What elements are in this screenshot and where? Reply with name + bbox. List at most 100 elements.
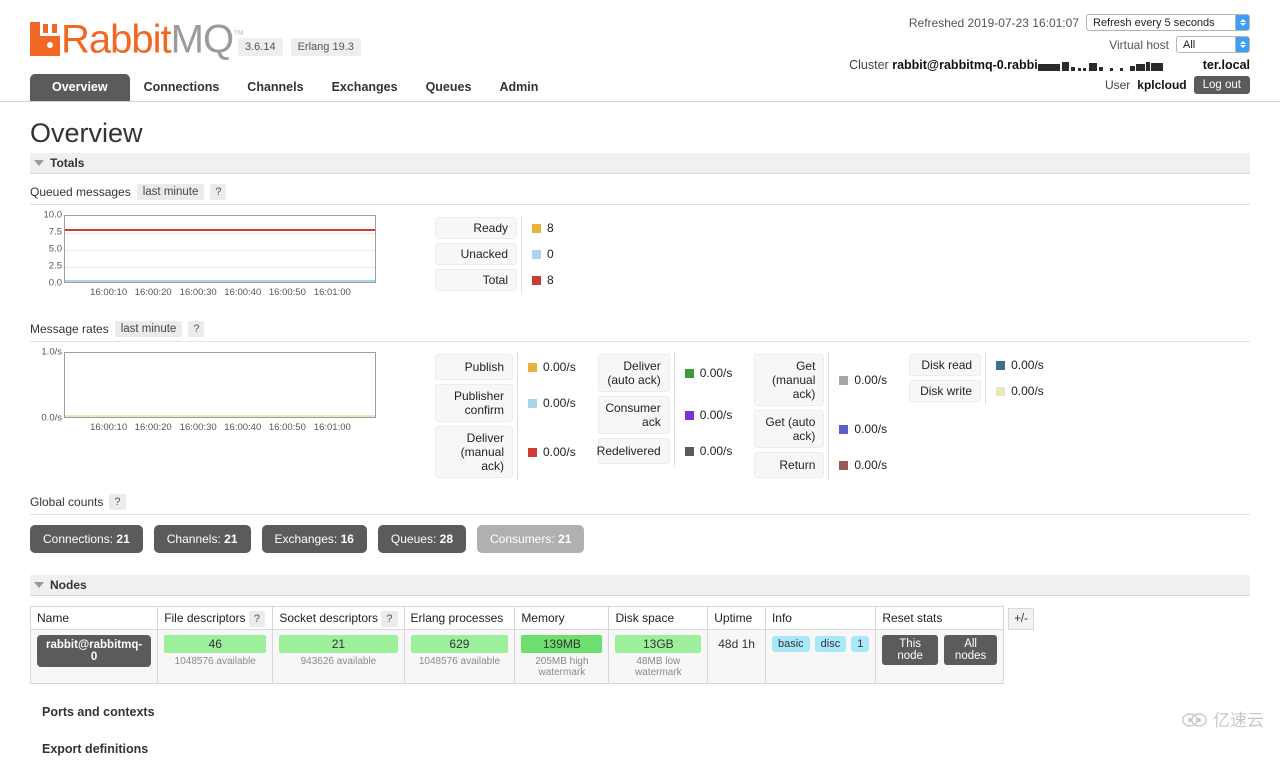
legend-row: Unacked 0: [435, 241, 554, 267]
th-disk-space[interactable]: Disk space: [608, 606, 709, 630]
global-counts-header: Global counts ?: [30, 494, 1250, 515]
totals-section-header[interactable]: Totals: [30, 153, 1250, 174]
global-counts-title: Global counts: [30, 495, 104, 509]
x-tick: 16:00:30: [179, 422, 217, 433]
cell-socket-descriptors: 21 943626 available: [272, 629, 405, 684]
info-tag-basic[interactable]: basic: [771, 636, 810, 652]
cell-node-name: rabbit@rabbitmq-0: [29, 629, 159, 684]
th-info[interactable]: Info: [764, 606, 877, 630]
th-label: Socket descriptors: [279, 611, 379, 625]
th-erlang-processes[interactable]: Erlang processes: [403, 606, 516, 630]
th-memory[interactable]: Memory: [514, 606, 610, 630]
legend-row: Redelivered 0.00/s: [597, 436, 732, 466]
rate-label-return: Return: [754, 452, 825, 478]
legend-number: 8: [547, 221, 554, 235]
rabbitmq-logo[interactable]: RabbitMQ™: [30, 18, 244, 59]
info-tag-disc[interactable]: disc: [814, 636, 847, 652]
queued-messages-help-icon[interactable]: ?: [210, 184, 227, 200]
count-value: 21: [116, 532, 130, 546]
refreshed-timestamp: Refreshed 2019-07-23 16:01:07: [908, 15, 1079, 30]
tab-exchanges[interactable]: Exchanges: [318, 74, 412, 101]
nodes-table-head: Name File descriptors ? Socket descripto…: [29, 606, 1035, 630]
rabbitmq-wordmark: RabbitMQ™: [61, 18, 244, 59]
queued-messages-range-chip[interactable]: last minute: [136, 184, 205, 200]
count-label: Consumers:: [490, 532, 555, 546]
count-badge-queues[interactable]: Queues: 28: [377, 525, 466, 553]
socket-descriptors-note: 943626 available: [300, 656, 377, 667]
tab-channels[interactable]: Channels: [233, 74, 317, 101]
toggle-columns-button[interactable]: +/-: [1008, 608, 1034, 630]
file-descriptors-meter: 46: [164, 635, 267, 653]
rates-column-4: Disk read 0.00/s Disk write 0.00/s: [909, 352, 1044, 404]
count-value: 21: [224, 532, 238, 546]
cell-memory: 139MB 205MB high watermark: [514, 629, 610, 684]
message-rates-range-chip[interactable]: last minute: [114, 321, 183, 337]
stepper-icon[interactable]: [1235, 15, 1249, 30]
message-rates-help-icon[interactable]: ?: [188, 321, 205, 337]
count-badge-exchanges[interactable]: Exchanges: 16: [261, 525, 367, 553]
rate-label-deliver-manual-ack: Deliver (manual ack): [435, 426, 513, 478]
rate-label-text: Deliver (manual ack): [460, 431, 504, 473]
refresh-interval-select[interactable]: Refresh every 5 seconds: [1086, 14, 1250, 31]
rate-swatch-disk-read: [996, 360, 1006, 370]
queued-messages-title: Queued messages: [30, 185, 131, 199]
legend-row: Disk write 0.00/s: [909, 378, 1044, 404]
rates-chart-y-axis: 1.0/s 0.0/s: [30, 347, 64, 424]
cluster-name-suffix: ter.local: [1202, 58, 1250, 72]
tab-admin[interactable]: Admin: [485, 74, 552, 101]
th-file-descriptors[interactable]: File descriptors ?: [157, 606, 274, 630]
global-counts-help-icon[interactable]: ?: [109, 494, 126, 510]
cell-erlang-processes: 629 1048576 available: [403, 629, 516, 684]
rate-label-text: Get (auto ack): [765, 415, 816, 443]
count-badge-consumers[interactable]: Consumers: 21: [477, 525, 585, 553]
y-tick: 0.0: [48, 277, 62, 289]
legend-row: Return 0.00/s: [754, 450, 887, 480]
x-tick: 16:00:40: [224, 422, 262, 433]
rate-number: 0.00/s: [699, 408, 733, 422]
ports-and-contexts-section-header[interactable]: Ports and contexts: [30, 698, 1250, 726]
tab-overview[interactable]: Overview: [30, 74, 130, 101]
rabbitmq-logo-icon: [30, 22, 60, 57]
cell-disk-space: 13GB 48MB low watermark: [608, 629, 709, 684]
reset-all-nodes-button[interactable]: All nodes: [943, 635, 998, 665]
x-tick: 16:00:50: [268, 287, 306, 298]
main-content: Overview Totals Queued messages last min…: [0, 102, 1280, 763]
reset-stats-buttons: This node All nodes: [882, 635, 998, 665]
th-uptime[interactable]: Uptime: [707, 606, 766, 630]
nodes-section-header[interactable]: Nodes: [30, 575, 1250, 596]
th-socket-descriptors[interactable]: Socket descriptors ?: [272, 606, 405, 630]
node-name-link[interactable]: rabbit@rabbitmq-0: [37, 635, 152, 667]
nodes-table: Name File descriptors ? Socket descripto…: [29, 606, 1035, 684]
legend-row: Get (auto ack) 0.00/s: [754, 408, 887, 450]
count-badge-connections[interactable]: Connections: 21: [30, 525, 143, 553]
reset-this-node-button[interactable]: This node: [882, 635, 938, 665]
legend-row: Ready 8: [435, 215, 554, 241]
file-descriptors-help-icon[interactable]: ?: [248, 611, 266, 627]
main-navigation: Overview Connections Channels Exchanges …: [0, 74, 1280, 102]
memory-note: 205MB high watermark: [535, 656, 589, 678]
tab-connections[interactable]: Connections: [130, 74, 234, 101]
rates-column-1: Publish 0.00/s Publisher confirm 0.00/s: [435, 352, 576, 480]
memory-meter: 139MB: [521, 635, 603, 653]
th-name[interactable]: Name: [29, 606, 159, 630]
legend-label-ready: Ready: [435, 217, 517, 239]
stepper-icon[interactable]: [1235, 37, 1249, 52]
export-definitions-section-header[interactable]: Export definitions: [30, 735, 1250, 763]
th-reset-stats[interactable]: Reset stats: [875, 606, 1005, 630]
vhost-row: Virtual host All: [849, 36, 1250, 53]
x-tick: 16:00:20: [134, 422, 172, 433]
socket-descriptors-help-icon[interactable]: ?: [381, 611, 398, 627]
rate-value-consumer-ack: 0.00/s: [675, 394, 733, 436]
rate-number: 0.00/s: [854, 373, 888, 387]
y-tick: 7.5: [48, 226, 62, 238]
info-tag-list: basic disc 1: [771, 635, 870, 652]
vhost-select[interactable]: All: [1176, 36, 1250, 53]
logo-text-rabbit: Rabbit: [61, 17, 172, 62]
count-badge-channels[interactable]: Channels: 21: [153, 525, 251, 553]
legend-row: Publisher confirm 0.00/s: [435, 382, 576, 424]
logo-text-mq: MQ: [170, 17, 234, 62]
tab-queues[interactable]: Queues: [412, 74, 486, 101]
rate-swatch-deliver-manual-ack: [528, 447, 537, 457]
info-tag-count[interactable]: 1: [851, 636, 870, 652]
y-tick: 1.0/s: [41, 346, 62, 358]
